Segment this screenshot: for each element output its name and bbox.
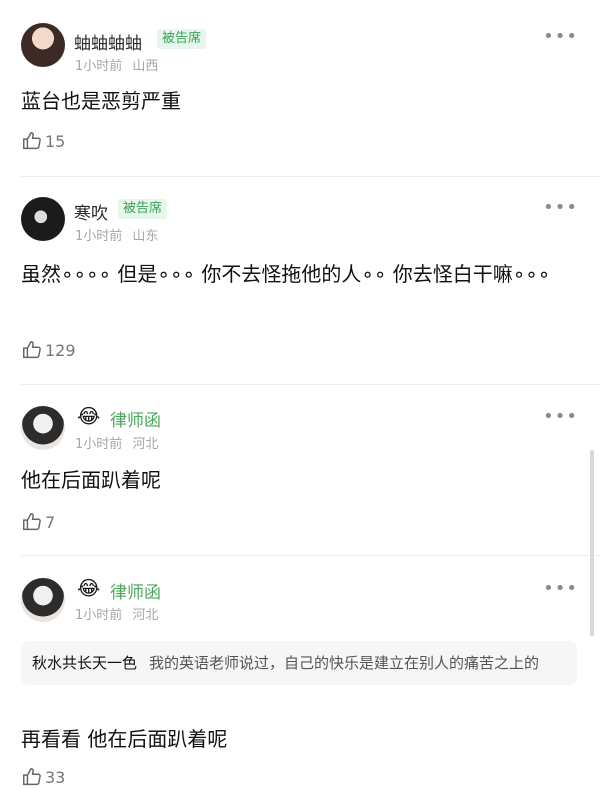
avatar[interactable] (21, 23, 65, 67)
more-icon[interactable]: ••• (543, 197, 578, 218)
comment-meta: 1小时前 河北 (75, 604, 158, 623)
comment-text: 再看看 他在后面趴着呢 (21, 727, 228, 751)
status-badge: 被告席 (118, 199, 168, 219)
comment-text: 他在后面趴着呢 (21, 468, 161, 492)
quoted-username: 秋水共长天一色 (32, 654, 138, 672)
laughing-emoji-icon: 😂 (77, 576, 101, 600)
comment-time: 1小时前 (75, 229, 123, 244)
status-badge: 被告席 (157, 29, 207, 49)
comment-time: 1小时前 (75, 437, 123, 452)
like-count: 7 (45, 512, 56, 532)
comment-location: 山东 (132, 229, 159, 244)
like-count: 129 (45, 340, 76, 360)
avatar[interactable] (21, 197, 65, 241)
divider (21, 176, 600, 177)
username[interactable]: 律师函 (110, 578, 161, 603)
comment-time: 1小时前 (75, 608, 123, 623)
scrollbar[interactable] (590, 450, 594, 636)
comment-time: 1小时前 (75, 59, 123, 74)
like-button[interactable]: 129 (21, 339, 76, 361)
avatar[interactable] (21, 578, 65, 622)
comment-location: 河北 (132, 437, 159, 452)
username[interactable]: 律师函 (110, 406, 161, 431)
quoted-reply[interactable]: 秋水共长天一色 我的英语老师说过，自己的快乐是建立在别人的痛苦之上的 (21, 641, 577, 685)
like-button[interactable]: 33 (21, 766, 65, 788)
more-icon[interactable]: ••• (543, 578, 578, 599)
username[interactable]: 寒吹 (74, 199, 108, 224)
divider (21, 384, 600, 385)
thumb-up-icon (23, 132, 41, 150)
laughing-emoji-icon: 😂 (77, 404, 101, 428)
more-icon[interactable]: ••• (543, 406, 578, 427)
quoted-text: 我的英语老师说过，自己的快乐是建立在别人的痛苦之上的 (149, 654, 540, 672)
thumb-up-icon (23, 341, 41, 359)
comment-location: 山西 (132, 59, 159, 74)
like-button[interactable]: 7 (21, 511, 55, 533)
comment-text: 蓝台也是恶剪严重 (21, 89, 181, 113)
avatar[interactable] (21, 406, 65, 450)
like-button[interactable]: 15 (21, 130, 65, 152)
like-count: 15 (45, 131, 66, 151)
comment-meta: 1小时前 河北 (75, 433, 158, 452)
comment-meta: 1小时前 山西 (75, 55, 158, 74)
comment-meta: 1小时前 山东 (75, 225, 158, 244)
thumb-up-icon (23, 513, 41, 531)
divider (21, 555, 600, 556)
comment-location: 河北 (132, 608, 159, 623)
username[interactable]: 蚰蚰蚰蚰 (74, 29, 142, 54)
more-icon[interactable]: ••• (543, 26, 578, 47)
comment-text: 虽然∘∘∘∘ 但是∘∘∘ 你不去怪拖他的人∘∘ 你去怪白干嘛∘∘∘ (21, 262, 551, 286)
like-count: 33 (45, 767, 66, 787)
thumb-up-icon (23, 768, 41, 786)
